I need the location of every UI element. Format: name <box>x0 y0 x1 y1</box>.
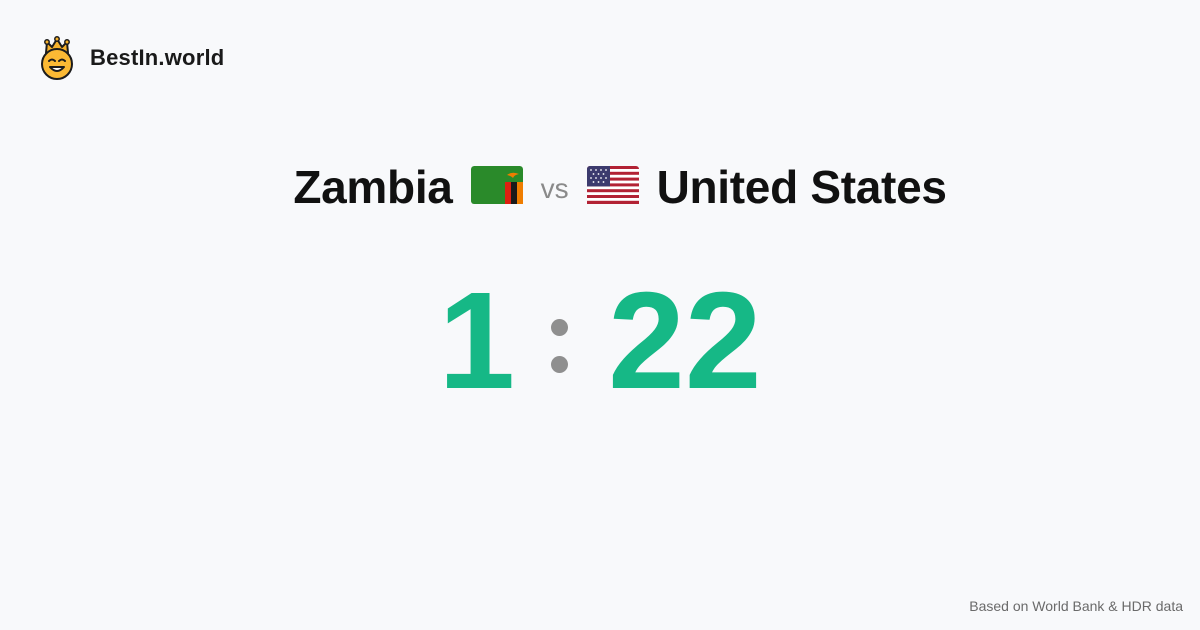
ratio-colon <box>551 309 569 373</box>
usa-flag-icon <box>586 165 639 209</box>
crowned-smiley-icon <box>38 36 76 80</box>
data-source-note: Based on World Bank & HDR data <box>969 598 1183 614</box>
comparison-title: Zambia vs United States <box>0 160 1200 214</box>
brand-name: BestIn.world <box>90 45 225 70</box>
vs-separator: vs <box>540 173 569 204</box>
ratio-display: 1 22 <box>0 272 1200 410</box>
left-country-name: Zambia <box>293 161 453 213</box>
zambia-flag-icon <box>470 165 523 209</box>
ratio-right-value: 22 <box>608 264 762 418</box>
brand[interactable]: BestIn.world <box>38 36 224 80</box>
colon-dot-top <box>551 319 569 336</box>
right-country-name: United States <box>656 161 947 213</box>
ratio-left-value: 1 <box>438 264 516 418</box>
colon-dot-bottom <box>551 356 569 373</box>
